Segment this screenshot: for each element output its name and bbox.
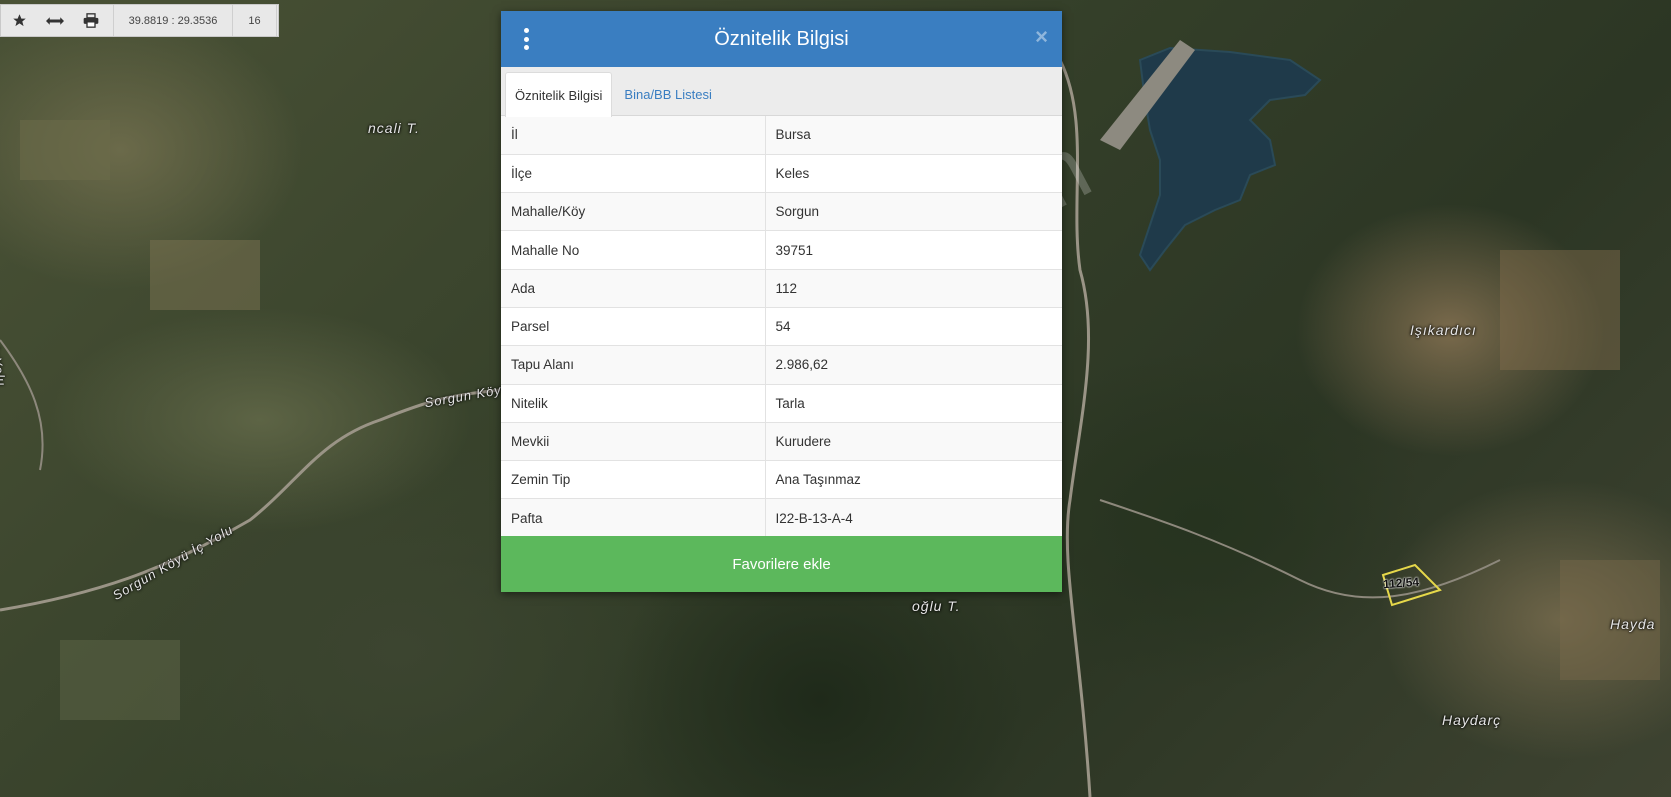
zoom-level: 16 bbox=[233, 5, 277, 36]
tab-bina-bb-listesi[interactable]: Bina/BB Listesi bbox=[612, 72, 720, 116]
map-label-hill-top: ncali T. bbox=[368, 120, 420, 136]
attr-key: İl bbox=[501, 116, 766, 155]
map-label-haydar-right: Hayda bbox=[1610, 616, 1656, 632]
attr-key: Tapu Alanı bbox=[501, 345, 766, 385]
attr-key: Ada bbox=[501, 269, 766, 308]
attr-key: Pafta bbox=[501, 498, 766, 538]
tab-oznitelik-bilgisi[interactable]: Öznitelik Bilgisi bbox=[505, 72, 613, 117]
attr-value: I22-B-13-A-4 bbox=[765, 498, 1062, 538]
attr-key: Mevkii bbox=[501, 422, 766, 462]
table-row: Mahalle/Köy Sorgun bbox=[501, 192, 1062, 232]
dialog-title: Öznitelik Bilgisi bbox=[714, 27, 849, 50]
table-row: Ada 112 bbox=[501, 269, 1062, 308]
kebab-menu-icon[interactable] bbox=[523, 28, 529, 50]
table-row: Parsel 54 bbox=[501, 307, 1062, 347]
table-row: İlçe Keles bbox=[501, 154, 1062, 194]
attr-value: Kurudere bbox=[765, 422, 1062, 462]
attr-value: 54 bbox=[765, 307, 1062, 347]
parcel-label[interactable]: 112/54 bbox=[1383, 575, 1420, 591]
attr-key: Mahalle No bbox=[501, 230, 766, 270]
attr-key: İlçe bbox=[501, 154, 766, 194]
attribute-dialog: Öznitelik Bilgisi × Öznitelik Bilgisi Bi… bbox=[501, 11, 1062, 592]
attr-key: Mahalle/Köy bbox=[501, 192, 766, 232]
attr-value: Ana Taşınmaz bbox=[765, 460, 1062, 500]
attr-value: Tarla bbox=[765, 384, 1062, 423]
attr-value: 39751 bbox=[765, 230, 1062, 270]
coordinates-readout: 39.8819 : 29.3536 bbox=[113, 5, 233, 36]
arrows-horizontal-icon[interactable] bbox=[37, 5, 73, 36]
attr-value: Sorgun bbox=[765, 192, 1062, 232]
attr-key: Zemin Tip bbox=[501, 460, 766, 500]
map-label-isikardici: Işıkardıcı bbox=[1410, 322, 1477, 338]
attr-value: 112 bbox=[765, 269, 1062, 308]
attribute-table: İl Bursa İlçe Keles Mahalle/Köy Sorgun Maha… bbox=[501, 116, 1062, 538]
table-row: Tapu Alanı 2.986,62 bbox=[501, 345, 1062, 385]
table-row: Mevkii Kurudere bbox=[501, 422, 1062, 462]
attr-value: Keles bbox=[765, 154, 1062, 194]
attr-key: Nitelik bbox=[501, 384, 766, 423]
attr-value: 2.986,62 bbox=[765, 345, 1062, 385]
map-label-haydarc: Haydarç bbox=[1442, 712, 1502, 728]
table-row: Zemin Tip Ana Taşınmaz bbox=[501, 460, 1062, 500]
attr-value: Bursa bbox=[765, 116, 1062, 155]
dialog-header: Öznitelik Bilgisi × bbox=[501, 11, 1062, 67]
map-toolbar: 39.8819 : 29.3536 16 bbox=[0, 4, 279, 37]
close-icon[interactable]: × bbox=[1035, 25, 1048, 49]
table-row: İl Bursa bbox=[501, 116, 1062, 155]
print-icon[interactable] bbox=[73, 5, 109, 36]
table-row: Nitelik Tarla bbox=[501, 384, 1062, 423]
dialog-tabs: Öznitelik Bilgisi Bina/BB Listesi bbox=[501, 67, 1062, 117]
attr-key: Parsel bbox=[501, 307, 766, 347]
star-icon[interactable] bbox=[1, 5, 37, 36]
map-label-hill-bottom: oğlu T. bbox=[912, 598, 961, 614]
table-row: Mahalle No 39751 bbox=[501, 230, 1062, 270]
table-row: Pafta I22-B-13-A-4 bbox=[501, 498, 1062, 538]
add-to-favorites-button[interactable]: Favorilere ekle bbox=[501, 536, 1062, 592]
